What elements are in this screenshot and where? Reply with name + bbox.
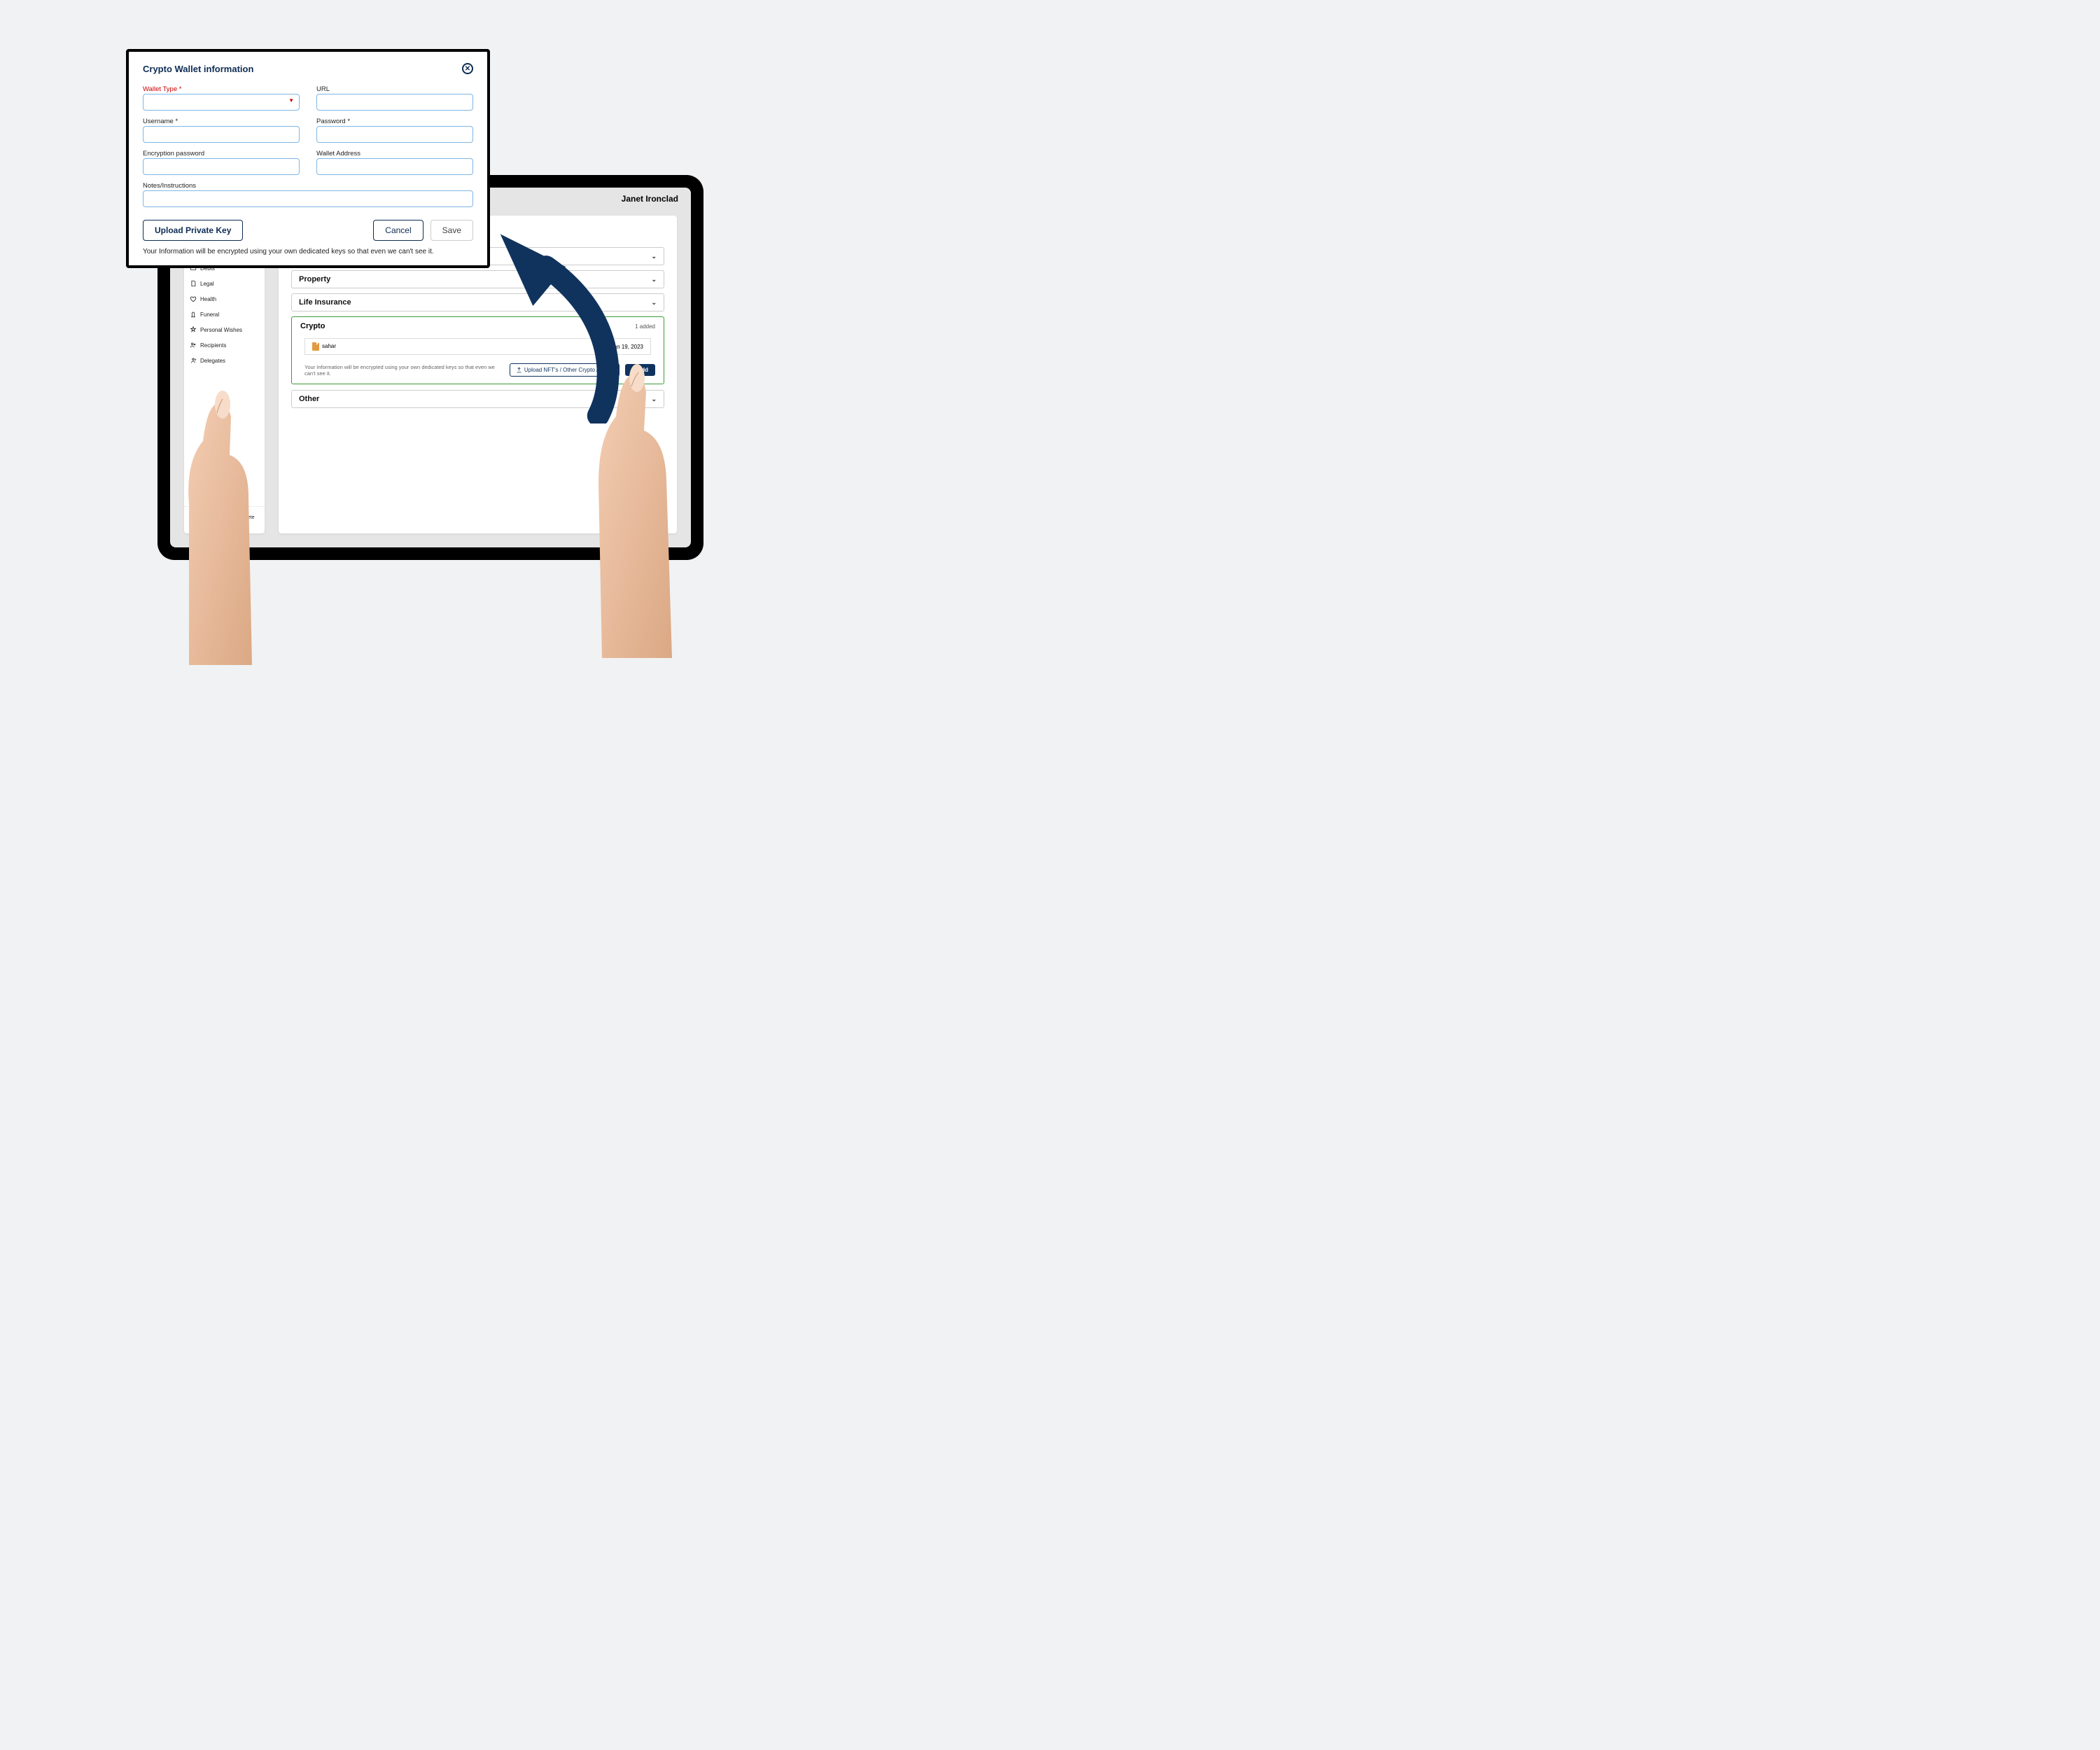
- modal-encryption-note: Your Information will be encrypted using…: [143, 248, 473, 255]
- sidebar-item-wishes[interactable]: Personal Wishes: [184, 322, 265, 337]
- accordion-crypto: Crypto 1 added sahar Jan 19, 2023 Your I…: [291, 316, 664, 384]
- crypto-title: Crypto: [300, 322, 325, 330]
- people-icon: [190, 342, 197, 349]
- username-input[interactable]: [143, 126, 300, 143]
- sidebar-item-funeral[interactable]: Funeral: [184, 307, 265, 322]
- accordion-life-insurance[interactable]: Life Insurance ⌄: [291, 293, 664, 312]
- grave-icon: [190, 311, 197, 318]
- sidebar-item-label: Recipients: [200, 342, 226, 349]
- progress-ring-icon: [190, 514, 202, 526]
- sidebar-progress: 1 categories complete 20 categories left: [184, 506, 265, 533]
- add-crypto-button[interactable]: + Add: [625, 364, 655, 376]
- sidebar-item-label: Legal: [200, 281, 214, 287]
- upload-private-key-button[interactable]: Upload Private Key: [143, 220, 243, 241]
- password-input[interactable]: [316, 126, 473, 143]
- crypto-item-date: Jan 19, 2023: [611, 344, 643, 350]
- label-wallet-type: Wallet Type *: [143, 85, 300, 93]
- url-input[interactable]: [316, 94, 473, 111]
- user-name: Janet Ironclad: [622, 194, 678, 204]
- sidebar-item-recipients[interactable]: Recipients: [184, 337, 265, 353]
- upload-nft-button[interactable]: Upload NFT's / Other Crypto Assets: [510, 363, 620, 377]
- cancel-button[interactable]: Cancel: [373, 220, 423, 241]
- doc-icon: [190, 280, 197, 287]
- crypto-item-name: sahar: [322, 343, 336, 349]
- sidebar-item-label: Personal Wishes: [200, 327, 242, 333]
- wallet-type-select[interactable]: [143, 94, 300, 111]
- heart-icon: [190, 295, 197, 302]
- delegate-icon: [190, 357, 197, 364]
- accordion-other[interactable]: Other ⌄: [291, 390, 664, 408]
- modal-title: Crypto Wallet information: [143, 64, 253, 74]
- accordion-label: Other: [299, 395, 319, 403]
- label-username: Username *: [143, 118, 300, 125]
- label-wallet-address: Wallet Address: [316, 150, 473, 158]
- label-url: URL: [316, 85, 473, 93]
- label-notes: Notes/Instructions: [143, 182, 473, 190]
- chevron-down-icon: ⌄: [651, 253, 657, 260]
- upload-icon: [516, 367, 522, 373]
- sidebar-item-delegates[interactable]: Delegates: [184, 353, 265, 368]
- avatar[interactable]: [603, 193, 616, 206]
- wallet-address-input[interactable]: [316, 158, 473, 175]
- chevron-down-icon: ⌄: [651, 276, 657, 284]
- accordion-property[interactable]: Property ⌄: [291, 270, 664, 288]
- label-password: Password *: [316, 118, 473, 125]
- accordion-label: Property: [299, 275, 330, 284]
- save-button[interactable]: Save: [430, 220, 473, 241]
- label-enc-password: Encryption password: [143, 150, 300, 158]
- sidebar-item-label: Delegates: [200, 358, 225, 364]
- progress-line1: 1 categories complete: [206, 515, 254, 520]
- progress-line2: 20 categories left: [206, 520, 254, 525]
- sidebar-item-label: Funeral: [200, 312, 219, 318]
- crypto-wallet-modal: Crypto Wallet information ✕ Wallet Type …: [126, 49, 490, 268]
- crypto-item-row[interactable]: sahar Jan 19, 2023: [304, 338, 651, 355]
- chevron-down-icon: ⌄: [651, 396, 657, 403]
- crypto-encryption-note: Your Information will be encrypted using…: [300, 364, 504, 377]
- sidebar-item-label: Health: [200, 296, 216, 302]
- close-icon[interactable]: ✕: [462, 63, 473, 74]
- wish-icon: [190, 326, 197, 333]
- file-icon: [312, 342, 319, 351]
- crypto-status: 1 added: [635, 323, 655, 330]
- accordion-label: Life Insurance: [299, 298, 351, 307]
- plus-icon: +: [632, 367, 636, 373]
- sidebar-item-legal[interactable]: Legal: [184, 276, 265, 291]
- notes-input[interactable]: [143, 190, 473, 207]
- chevron-down-icon: ⌄: [651, 299, 657, 307]
- encryption-password-input[interactable]: [143, 158, 300, 175]
- sidebar-item-health[interactable]: Health: [184, 291, 265, 307]
